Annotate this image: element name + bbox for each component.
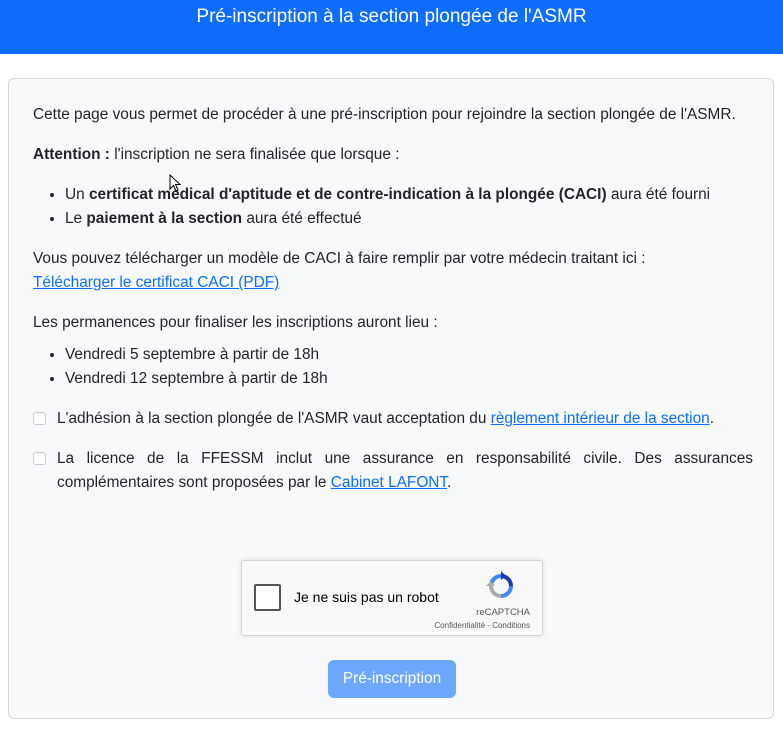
list-item-prefix: Un bbox=[65, 186, 89, 203]
caci-download-link[interactable]: Télécharger le certificat CACI (PDF) bbox=[33, 274, 279, 291]
lafont-link[interactable]: Cabinet LAFONT bbox=[331, 474, 447, 491]
list-item-suffix: aura été fourni bbox=[606, 186, 711, 203]
licence-check-row: La licence de la FFESSM inclut une assur… bbox=[33, 447, 753, 495]
reglement-suffix: . bbox=[709, 410, 714, 427]
recaptcha-label: Je ne suis pas un robot bbox=[294, 589, 439, 605]
registration-card: Cette page vous permet de procéder à une… bbox=[8, 78, 774, 719]
reglement-checkbox[interactable] bbox=[33, 412, 46, 425]
conditions-list: Un certificat médical d'aptitude et de c… bbox=[33, 183, 753, 231]
list-item-bold: paiement à la section bbox=[86, 210, 243, 227]
licence-suffix: . bbox=[447, 474, 452, 491]
intro-text: Cette page vous permet de procéder à une… bbox=[33, 106, 736, 123]
caci-paragraph: Vous pouvez télécharger un modèle de CAC… bbox=[33, 247, 753, 295]
reglement-check-row: L'adhésion à la section plongée de l'ASM… bbox=[33, 407, 753, 431]
list-item: Vendredi 5 septembre à partir de 18h bbox=[65, 343, 753, 367]
attention-label: Attention : bbox=[33, 146, 110, 163]
card-content: Cette page vous permet de procéder à une… bbox=[33, 103, 753, 495]
recaptcha-links[interactable]: Confidentialité - Conditions bbox=[434, 621, 530, 630]
permanences-list: Vendredi 5 septembre à partir de 18h Ven… bbox=[33, 343, 753, 391]
list-item-bold: certificat médical d'aptitude et de cont… bbox=[88, 186, 607, 203]
attention-paragraph: Attention : l'inscription ne sera finali… bbox=[33, 143, 753, 167]
list-item-prefix: Le bbox=[65, 210, 87, 227]
recaptcha-widget: Je ne suis pas un robot reCAPTCHA Confid… bbox=[241, 560, 543, 636]
reglement-link[interactable]: règlement intérieur de la section bbox=[491, 410, 710, 427]
list-item: Le paiement à la section aura été effect… bbox=[65, 207, 753, 231]
list-item-suffix: aura été effectué bbox=[242, 210, 362, 227]
licence-label: La licence de la FFESSM inclut une assur… bbox=[57, 447, 753, 495]
recaptcha-brand: reCAPTCHA bbox=[476, 607, 530, 618]
caci-text: Vous pouvez télécharger un modèle de CAC… bbox=[33, 250, 646, 267]
mouse-cursor-icon bbox=[169, 174, 181, 192]
page-title: Pré-inscription à la section plongée de … bbox=[196, 6, 587, 27]
header-bar: Pré-inscription à la section plongée de … bbox=[0, 0, 783, 54]
reglement-text: L'adhésion à la section plongée de l'ASM… bbox=[57, 410, 491, 427]
licence-checkbox[interactable] bbox=[33, 452, 46, 465]
attention-text: l'inscription ne sera finalisée que lors… bbox=[114, 146, 400, 163]
list-item: Vendredi 12 septembre à partir de 18h bbox=[65, 367, 753, 391]
reglement-label: L'adhésion à la section plongée de l'ASM… bbox=[57, 407, 753, 431]
permanences-text: Les permanences pour finaliser les inscr… bbox=[33, 314, 438, 331]
pre-inscription-button[interactable]: Pré-inscription bbox=[328, 660, 456, 698]
recaptcha-checkbox[interactable] bbox=[254, 584, 281, 611]
recaptcha-logo-icon bbox=[486, 571, 513, 598]
